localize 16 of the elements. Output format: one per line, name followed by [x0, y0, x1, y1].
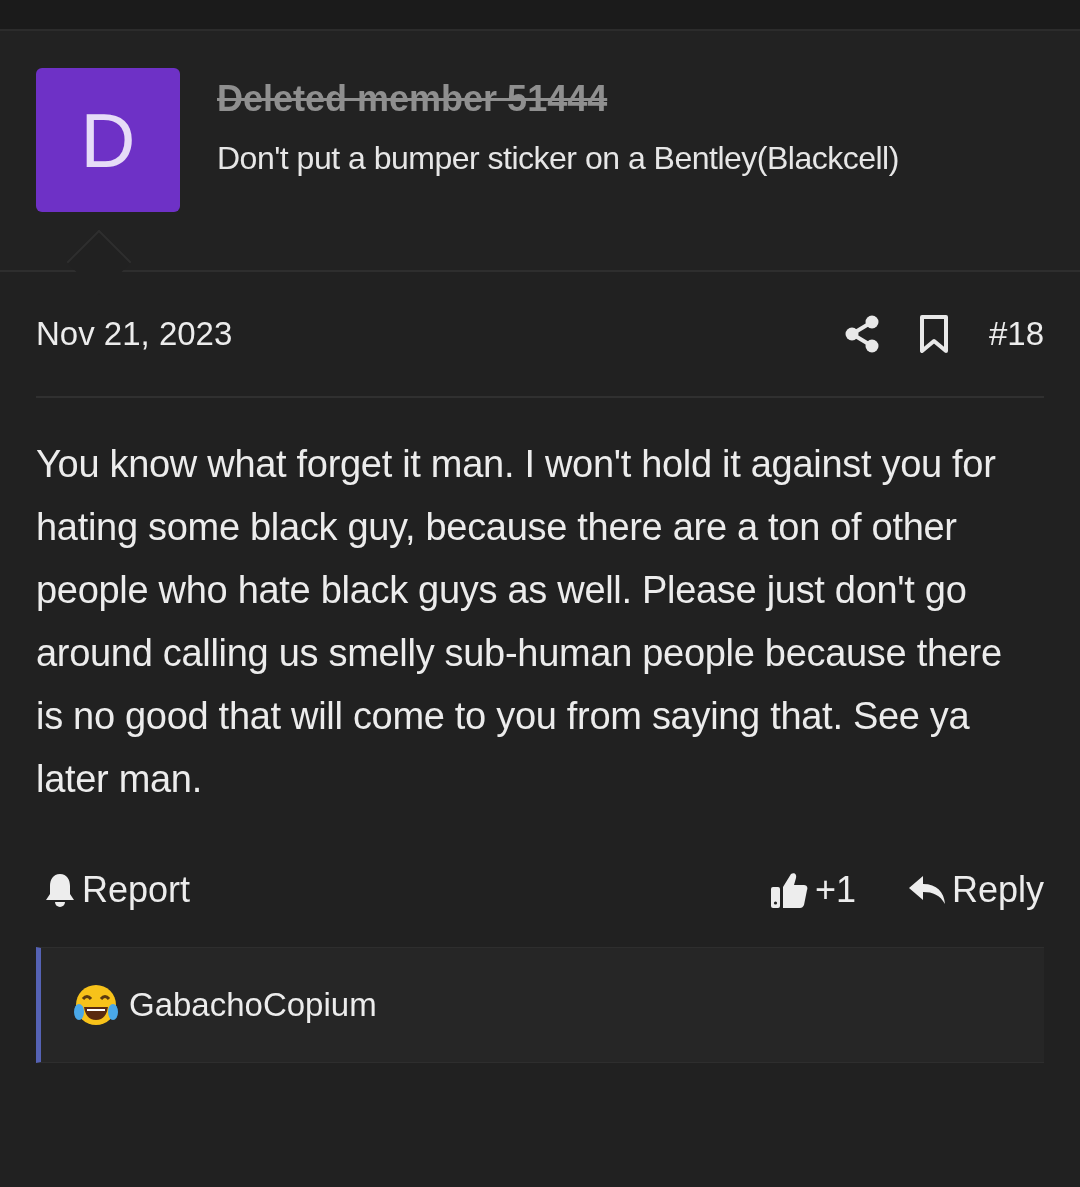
post-body: You know what forget it man. I won't hold it against you for hating some black guy, because there are a ton of other people who hate black guys as well. Please just don't go around calling us smelly sub-human people because there is no good that will come to you from saying that. See ya later man. [36, 442, 1003, 802]
username[interactable]: Deleted member 51444 [217, 78, 899, 120]
share-icon[interactable] [844, 315, 879, 353]
like-button[interactable]: +1 [768, 869, 856, 911]
reaction-user-link[interactable]: GabachoCopium [129, 986, 377, 1024]
post-number[interactable]: #18 [988, 315, 1044, 353]
reply-icon [907, 874, 946, 906]
bookmark-icon[interactable] [918, 315, 949, 353]
bell-icon [44, 872, 76, 908]
user-title: Don't put a bumper sticker on a Bentley(Blackcell) [217, 140, 899, 177]
reply-link[interactable]: Reply [907, 869, 1044, 911]
post-date[interactable]: Nov 21, 2023 [36, 315, 233, 353]
thumbs-up-icon [768, 870, 809, 910]
report-link[interactable]: Report [44, 869, 191, 911]
laughing-emoji-icon [73, 982, 119, 1028]
avatar[interactable]: D [36, 68, 180, 212]
